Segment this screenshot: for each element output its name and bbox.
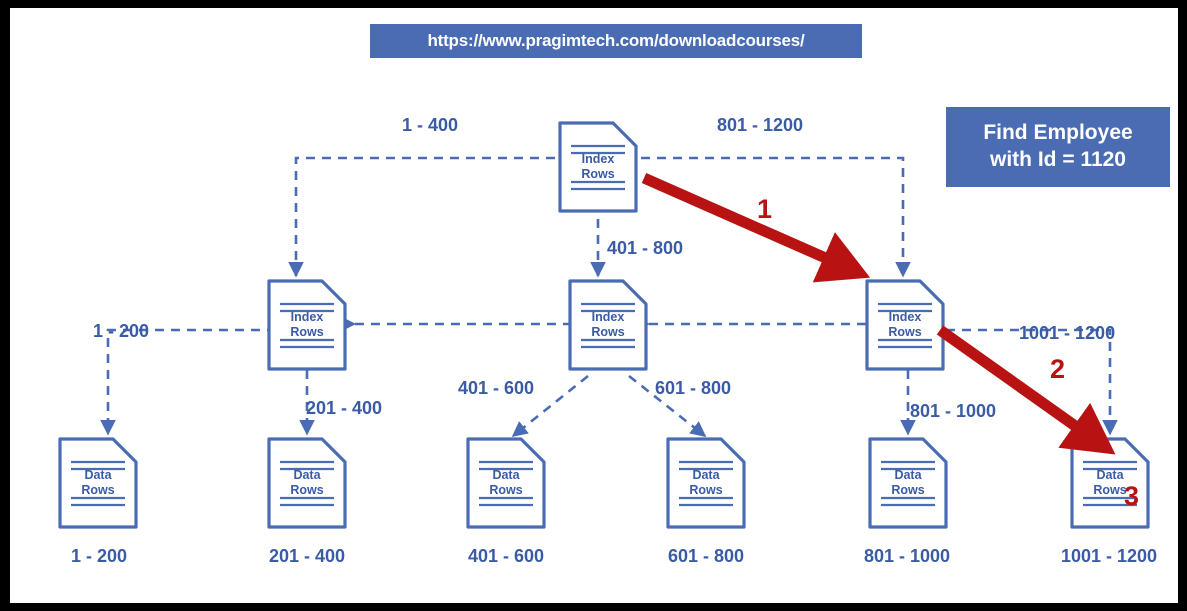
step-number-3: 3 bbox=[1124, 481, 1140, 511]
data-node-401-600[interactable]: Data Rows bbox=[465, 436, 547, 530]
edge-left-first bbox=[100, 328, 276, 436]
edge-label-mid-first: 401 - 600 bbox=[458, 378, 535, 398]
bottom-label-4: 601 - 800 bbox=[667, 546, 745, 566]
document-icon bbox=[865, 279, 945, 371]
document-icon bbox=[558, 121, 638, 213]
root-index-node[interactable]: Index Rows bbox=[557, 120, 639, 214]
edge-label-root-right: 801 - 1200 bbox=[717, 115, 804, 135]
index-node-middle[interactable]: Index Rows bbox=[567, 278, 649, 372]
document-icon bbox=[568, 279, 648, 371]
bottom-label-6: 1001 - 1200 bbox=[1060, 546, 1158, 566]
bottom-label-1: 1 - 200 bbox=[70, 546, 128, 566]
document-icon bbox=[466, 437, 546, 529]
bottom-label-3: 401 - 600 bbox=[467, 546, 545, 566]
data-node-801-1000[interactable]: Data Rows bbox=[867, 436, 949, 530]
bottom-label-2: 201 - 400 bbox=[268, 546, 346, 566]
diagram-canvas: https://www.pragimtech.com/downloadcours… bbox=[10, 8, 1178, 603]
edge-label-right-second: 1001 - 1200 bbox=[1019, 323, 1116, 343]
document-icon bbox=[267, 437, 347, 529]
edge-label-right-first: 801 - 1000 bbox=[910, 401, 997, 421]
index-node-right[interactable]: Index Rows bbox=[864, 278, 946, 372]
data-node-201-400[interactable]: Data Rows bbox=[266, 436, 348, 530]
document-icon bbox=[868, 437, 948, 529]
edge-label-mid-second: 601 - 800 bbox=[655, 378, 732, 398]
legend-line-2: with Id = 1120 bbox=[990, 148, 1126, 171]
legend-line-1: Find Employee bbox=[983, 121, 1133, 145]
screenshot-root: https://www.pragimtech.com/downloadcours… bbox=[0, 0, 1187, 611]
edge-label-root-left: 1 - 400 bbox=[402, 115, 459, 135]
index-node-left[interactable]: Index Rows bbox=[266, 278, 348, 372]
edge-root-left bbox=[288, 156, 555, 278]
step-number-1: 1 bbox=[757, 194, 773, 224]
data-node-1-200[interactable]: Data Rows bbox=[57, 436, 139, 530]
url-banner: https://www.pragimtech.com/downloadcours… bbox=[370, 24, 862, 58]
edge-label-left-second: 201 - 400 bbox=[306, 398, 383, 418]
document-icon bbox=[267, 279, 347, 371]
document-icon bbox=[58, 437, 138, 529]
edge-label-root-middle: 401 - 800 bbox=[607, 238, 684, 258]
document-icon bbox=[666, 437, 746, 529]
edge-label-left-first: 1 - 200 bbox=[93, 321, 150, 341]
traversal-arrow-2 bbox=[936, 325, 1116, 455]
bottom-label-5: 801 - 1000 bbox=[863, 546, 951, 566]
data-node-601-800[interactable]: Data Rows bbox=[665, 436, 747, 530]
url-text: https://www.pragimtech.com/downloadcours… bbox=[427, 31, 805, 50]
find-employee-legend: Find Employee with Id = 1120 bbox=[946, 107, 1170, 187]
step-number-2: 2 bbox=[1050, 354, 1066, 384]
